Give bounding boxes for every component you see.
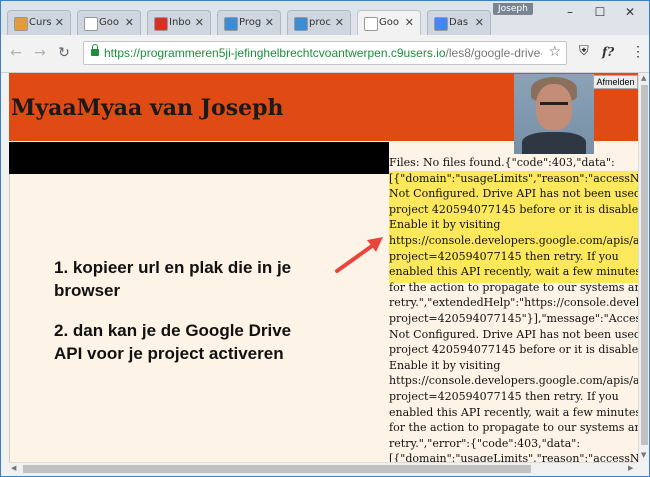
error-line: project=420594077145 then retry. If you (389, 389, 619, 403)
url-scheme: https:// (104, 46, 141, 60)
error-line: project=420594077145"}],"message":"Acces… (389, 311, 638, 325)
browser-toolbar: ← → ↻ https://programmeren5ji-jefinghelb… (1, 35, 649, 73)
vertical-scrollbar[interactable]: ▲ ▼ (638, 73, 649, 462)
extension-icon[interactable]: ⛨ (579, 44, 589, 59)
url-text[interactable]: https://programmeren5ji-jefinghelbrechtc… (104, 46, 542, 60)
tab-close-icon[interactable]: ✕ (405, 16, 414, 29)
api-error-output: Files: No files found.{"code":403,"data"… (389, 155, 638, 462)
error-line: for the action to propagate to our syste… (389, 280, 638, 294)
tab-close-icon[interactable]: ✕ (195, 16, 204, 29)
tab-label: Prog (239, 17, 262, 28)
document-icon (84, 17, 98, 31)
tab-label: Goo (379, 17, 399, 28)
instruction-step-2: 2. dan kan je de Google Drive API voor j… (54, 319, 291, 365)
browser-window: Curs ✕ Goo ✕ Inbo ✕ Prog ✕ proc ✕ Goo ✕ Das ✕ Joseph … (0, 0, 650, 477)
error-line: project=420594077145 then retry. If you (389, 249, 619, 263)
instruction-line: 2. dan kan je de Google Drive (54, 321, 292, 340)
error-line: project 420594077145 before or it is dis… (389, 202, 638, 216)
browser-menu-icon[interactable]: ⋮ (631, 44, 645, 60)
instruction-line: API voor je project activeren (54, 344, 284, 363)
google-icon (434, 17, 448, 31)
scroll-left-icon[interactable]: ◀ (11, 464, 16, 472)
url-host: programmeren5ji-jefinghelbrechtcvoantwer… (140, 46, 446, 60)
cloud9-icon (294, 17, 308, 31)
error-line: retry.","extendedHelp":"https://console.… (389, 296, 638, 310)
bookmark-star-icon[interactable]: ☆ (548, 44, 561, 60)
tab-strip: Curs ✕ Goo ✕ Inbo ✕ Prog ✕ proc ✕ Goo ✕ Das ✕ Joseph … (1, 1, 649, 35)
horizontal-scroll-thumb[interactable] (23, 465, 531, 473)
browser-tab[interactable]: Inbo ✕ (147, 10, 211, 35)
horizontal-scrollbar[interactable]: ◀ ▶ (9, 462, 638, 475)
tab-close-icon[interactable]: ✕ (335, 16, 344, 29)
instruction-panel: 1. kopieer url en plak die in je browser… (9, 174, 390, 462)
logout-button[interactable]: Afmelden (593, 75, 638, 89)
back-button[interactable]: ← (7, 45, 25, 61)
error-text: Files: No files found.{"code":403,"data"… (389, 155, 638, 462)
browser-tab[interactable]: Curs ✕ (7, 10, 71, 35)
browser-tab[interactable]: Goo ✕ (357, 10, 421, 35)
cloud9-icon (224, 17, 238, 31)
page-viewport: MyaaMyaa van Joseph Afmelden 1. kopieer … (9, 73, 638, 462)
browser-tab[interactable]: proc ✕ (287, 10, 351, 35)
nav-bar (9, 142, 389, 174)
error-line: project 420594077145 before or it is dis… (389, 343, 638, 357)
error-line: https://console.developers.google.com/ap… (389, 374, 638, 388)
document-icon (364, 17, 378, 31)
instruction-step-1: 1. kopieer url en plak die in je browser (54, 256, 291, 302)
tab-close-icon[interactable]: ✕ (55, 16, 64, 29)
close-window-button[interactable]: ✕ (619, 5, 641, 19)
courses-icon (14, 17, 28, 31)
tab-close-icon[interactable]: ✕ (475, 16, 484, 29)
forward-button[interactable]: → (31, 45, 49, 61)
tab-close-icon[interactable]: ✕ (265, 16, 274, 29)
secure-lock-icon (91, 44, 99, 57)
formula-extension-icon[interactable]: f? (602, 45, 614, 59)
tab-label: proc (309, 17, 331, 28)
scroll-up-icon[interactable]: ▲ (641, 74, 646, 82)
browser-tab[interactable]: Goo ✕ (77, 10, 141, 35)
error-line: Not Configured. Drive API has not been u… (389, 187, 638, 201)
error-line: Not Configured. Drive API has not been u… (389, 327, 638, 341)
user-avatar (514, 74, 594, 154)
minimize-button[interactable]: – (559, 5, 581, 19)
scroll-down-icon[interactable]: ▼ (641, 451, 646, 459)
vertical-scroll-thumb[interactable] (641, 85, 648, 445)
error-line: retry.","error":{"code":403,"data": (389, 436, 581, 450)
browser-tab[interactable]: Prog ✕ (217, 10, 281, 35)
tab-label: Inbo (169, 17, 191, 28)
reload-button[interactable]: ↻ (55, 45, 73, 61)
tab-label: Curs (29, 17, 52, 28)
url-path: /les8/google-drive-api. (445, 46, 542, 60)
instruction-line: browser (54, 281, 121, 300)
tab-label: Goo (99, 17, 119, 28)
instruction-line: 1. kopieer url en plak die in je (54, 258, 292, 277)
browser-tab[interactable]: Das ✕ (427, 10, 491, 35)
site-title: MyaaMyaa van Joseph (11, 95, 284, 121)
error-line: https://console.developers.google.com/ap… (389, 233, 638, 247)
error-line: enabled this API recently, wait a few mi… (389, 405, 638, 419)
address-bar[interactable]: https://programmeren5ji-jefinghelbrechtc… (83, 41, 567, 65)
error-line: enabled this API recently, wait a few mi… (389, 265, 638, 279)
error-line: Enable it by visiting (389, 218, 501, 232)
tab-close-icon[interactable]: ✕ (125, 16, 134, 29)
maximize-button[interactable]: ☐ (589, 5, 611, 19)
scroll-right-icon[interactable]: ▶ (628, 464, 633, 472)
error-line: for the action to propagate to our syste… (389, 421, 638, 435)
gmail-icon (154, 17, 168, 31)
error-line: [{"domain":"usageLimits","reason":"acces… (389, 452, 638, 462)
error-line: Files: No files found.{"code":403,"data"… (389, 156, 615, 169)
error-line: [{"domain":"usageLimits","reason":"acces… (389, 171, 638, 185)
tab-label: Das (449, 17, 469, 28)
profile-user-label[interactable]: Joseph (493, 3, 533, 15)
error-line: Enable it by visiting (389, 358, 501, 372)
pointer-arrow-icon (335, 237, 383, 273)
